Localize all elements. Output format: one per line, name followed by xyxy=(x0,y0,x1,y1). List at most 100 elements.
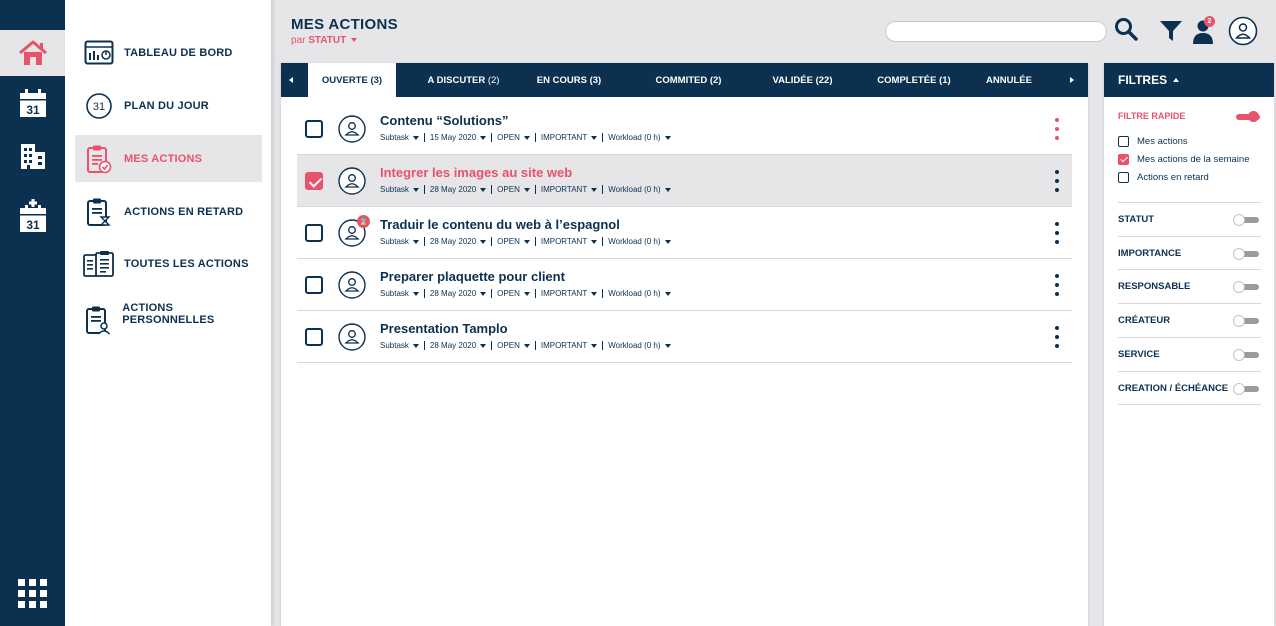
action-title[interactable]: Integrer les images au site web xyxy=(380,165,572,180)
table-row[interactable]: ⌛ Traduir le contenu du web à l’espagnol… xyxy=(297,207,1072,259)
action-title[interactable]: Traduir le contenu du web à l’espagnol xyxy=(380,217,620,232)
caret-down-icon xyxy=(523,343,530,348)
more-options-icon[interactable] xyxy=(1055,326,1059,348)
filter-toggle[interactable] xyxy=(1233,349,1259,361)
filter-section-label: IMPORTANCE xyxy=(1118,248,1182,259)
importance-dropdown[interactable]: IMPORTANT xyxy=(541,341,598,350)
more-options-icon[interactable] xyxy=(1055,274,1059,296)
more-options-icon[interactable] xyxy=(1055,170,1059,192)
filters-header[interactable]: FILTRES xyxy=(1104,63,1274,97)
importance-dropdown[interactable]: IMPORTANT xyxy=(541,185,598,194)
table-row[interactable]: Presentation Tamplo Subtask 28 May 2020 … xyxy=(297,311,1072,363)
filter-checkbox-mes-actions[interactable] xyxy=(1118,136,1129,147)
caret-down-icon xyxy=(351,38,358,43)
row-checkbox[interactable] xyxy=(305,224,323,242)
nav-item-plan-du-jour[interactable]: 31 PLAN DU JOUR xyxy=(75,82,262,129)
tab-commited[interactable]: COMMITED (2) xyxy=(641,63,736,97)
search-button[interactable] xyxy=(1114,17,1138,46)
svg-text:31: 31 xyxy=(26,218,40,232)
filter-button[interactable] xyxy=(1159,19,1183,48)
filter-toggle[interactable] xyxy=(1233,248,1259,260)
action-title[interactable]: Presentation Tamplo xyxy=(380,321,508,336)
type-dropdown[interactable]: Subtask xyxy=(380,185,419,194)
filter-toggle[interactable] xyxy=(1233,214,1259,226)
caret-down-icon xyxy=(591,239,598,244)
workload-dropdown[interactable]: Workload (0 h) xyxy=(608,133,671,142)
type-dropdown[interactable]: Subtask xyxy=(380,289,419,298)
importance-dropdown[interactable]: IMPORTANT xyxy=(541,237,598,246)
nav-item-label: ACTIONS EN RETARD xyxy=(124,205,244,218)
row-checkbox[interactable] xyxy=(305,172,323,190)
tab-completee[interactable]: COMPLETÉE (1) xyxy=(864,63,964,97)
row-checkbox[interactable] xyxy=(305,276,323,294)
tabs-prev-button[interactable] xyxy=(281,63,301,97)
date-dropdown[interactable]: 28 May 2020 xyxy=(430,289,487,298)
date-dropdown[interactable]: 28 May 2020 xyxy=(429,185,487,194)
type-dropdown[interactable]: Subtask xyxy=(380,133,419,142)
workload-dropdown[interactable]: Workload (0 h) xyxy=(608,237,671,246)
meta-value: IMPORTANT xyxy=(540,133,588,142)
table-row[interactable]: Contenu “Solutions” Subtask 15 May 2020 … xyxy=(297,103,1072,155)
tab-a-discuter[interactable]: A DISCUTER (2) xyxy=(416,63,511,97)
tab-en-cours[interactable]: EN COURS (3) xyxy=(524,63,614,97)
status-dropdown[interactable]: OPEN xyxy=(497,341,530,350)
importance-dropdown[interactable]: IMPORTANT xyxy=(540,133,598,142)
row-checkbox[interactable] xyxy=(305,328,323,346)
action-meta: Subtask 28 May 2020 OPEN IMPORTANT Workl… xyxy=(380,341,671,350)
status-dropdown[interactable]: OPEN xyxy=(497,237,530,246)
more-options-icon[interactable] xyxy=(1055,118,1059,140)
tab-ouverte[interactable]: OUVERTE (3) xyxy=(308,63,396,97)
status-dropdown[interactable]: OPEN xyxy=(497,185,530,194)
arrow-right-icon xyxy=(1070,77,1074,83)
tab-annulee[interactable]: ANNULÉE xyxy=(974,63,1044,97)
table-row[interactable]: Integrer les images au site web Subtask … xyxy=(297,155,1072,207)
filter-checkbox-retard[interactable] xyxy=(1118,172,1129,183)
rail-building-button[interactable] xyxy=(0,133,65,179)
nav-item-actions-en-retard[interactable]: ACTIONS EN RETARD xyxy=(75,188,262,235)
nav-item-actions-personnelles[interactable]: ACTIONS PERSONNELLES xyxy=(75,284,262,335)
date-dropdown[interactable]: 28 May 2020 xyxy=(430,237,487,246)
meta-value: 28 May 2020 xyxy=(429,185,477,194)
rail-calendar-plus-button[interactable]: 31 xyxy=(0,193,65,239)
group-by-selector[interactable]: par STATUT xyxy=(291,35,358,46)
actions-panel: OUVERTE (3) A DISCUTER (2) EN COURS (3) … xyxy=(281,63,1088,626)
nav-item-mes-actions[interactable]: MES ACTIONS xyxy=(75,135,262,182)
meta-value: Workload (0 h) xyxy=(608,237,661,246)
filter-toggle[interactable] xyxy=(1233,383,1259,395)
importance-dropdown[interactable]: IMPORTANT xyxy=(541,289,598,298)
filter-toggle[interactable] xyxy=(1233,281,1259,293)
action-title[interactable]: Contenu “Solutions” xyxy=(380,113,509,128)
action-title[interactable]: Preparer plaquette pour client xyxy=(380,269,565,284)
row-checkbox[interactable] xyxy=(305,120,323,138)
nav-item-toutes-les-actions[interactable]: TOUTES LES ACTIONS xyxy=(75,240,262,287)
filter-toggle[interactable] xyxy=(1233,315,1259,327)
tab-count: (2) xyxy=(487,74,500,86)
tab-count: (1) xyxy=(939,74,951,86)
type-dropdown[interactable]: Subtask xyxy=(380,237,419,246)
workload-dropdown[interactable]: Workload (0 h) xyxy=(608,185,671,194)
tab-validee[interactable]: VALIDÉE (22) xyxy=(755,63,850,97)
apps-button[interactable] xyxy=(18,579,47,613)
nav-item-tableau-de-bord[interactable]: TABLEAU DE BORD xyxy=(75,29,262,76)
date-dropdown[interactable]: 28 May 2020 xyxy=(430,341,487,350)
quick-filter-toggle[interactable] xyxy=(1234,111,1260,123)
date-dropdown[interactable]: 15 May 2020 xyxy=(430,133,487,142)
caret-down-icon xyxy=(480,135,487,140)
search-input[interactable] xyxy=(885,21,1107,42)
status-dropdown[interactable]: OPEN xyxy=(497,289,530,298)
type-dropdown[interactable]: Subtask xyxy=(380,341,419,350)
workload-dropdown[interactable]: Workload (0 h) xyxy=(608,289,671,298)
profile-button[interactable] xyxy=(1228,16,1258,51)
status-tabs: OUVERTE (3) A DISCUTER (2) EN COURS (3) … xyxy=(281,63,1088,97)
workload-dropdown[interactable]: Workload (0 h) xyxy=(608,341,671,350)
filter-checkbox-semaine[interactable] xyxy=(1118,154,1129,165)
quick-filter-label: FILTRE RAPIDE xyxy=(1118,111,1186,121)
tabs-next-button[interactable] xyxy=(1062,63,1082,97)
rail-calendar-button[interactable]: 31 xyxy=(0,80,65,126)
more-options-icon[interactable] xyxy=(1055,222,1059,244)
tab-label: OUVERTE xyxy=(321,74,368,86)
filters-title: FILTRES xyxy=(1118,73,1168,87)
table-row[interactable]: Preparer plaquette pour client Subtask 2… xyxy=(297,259,1072,311)
status-dropdown[interactable]: OPEN xyxy=(497,133,530,142)
rail-home-button[interactable] xyxy=(0,30,65,76)
